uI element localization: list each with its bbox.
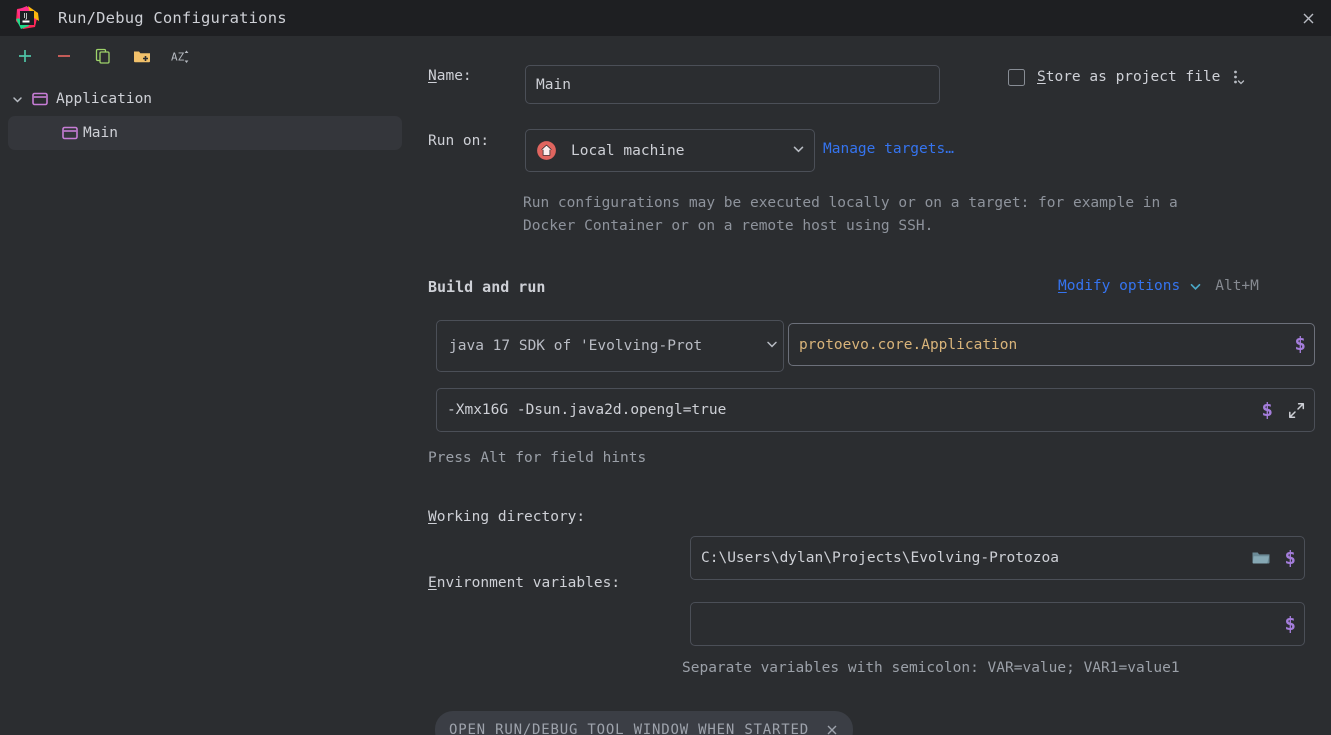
environment-variables-input[interactable]: $ bbox=[690, 602, 1305, 646]
close-icon bbox=[1303, 13, 1313, 23]
configurations-sidebar: AZ Application Main bbox=[0, 36, 410, 735]
modify-options-row: Modify options Alt+M bbox=[1058, 278, 1259, 294]
plus-icon bbox=[19, 50, 31, 62]
title-bar: IJ Run/Debug Configurations bbox=[0, 0, 1331, 36]
tree-group-label: Application bbox=[56, 91, 153, 107]
minus-icon bbox=[58, 55, 70, 57]
dollar-macro-icon[interactable]: $ bbox=[1285, 614, 1296, 634]
vm-options-input[interactable]: -Xmx16G -Dsun.java2d.opengl=true $ bbox=[436, 388, 1315, 432]
chevron-down-icon[interactable] bbox=[765, 337, 779, 355]
name-row: Name: bbox=[428, 68, 472, 84]
option-chip-label: OPEN RUN/DEBUG TOOL WINDOW WHEN STARTED bbox=[449, 722, 809, 735]
configuration-tree: Application Main bbox=[0, 76, 410, 150]
option-chip-open-run-debug-tool-window[interactable]: OPEN RUN/DEBUG TOOL WINDOW WHEN STARTED bbox=[435, 711, 853, 735]
working-directory-value: C:\Users\dylan\Projects\Evolving-Protozo… bbox=[701, 550, 1059, 566]
application-config-icon bbox=[30, 92, 50, 106]
folder-plus-icon bbox=[134, 51, 150, 63]
new-folder-button[interactable] bbox=[125, 40, 159, 72]
run-on-row: Run on: bbox=[428, 133, 489, 149]
manage-targets-link[interactable]: Manage targets… bbox=[823, 141, 954, 157]
dollar-macro-icon[interactable]: $ bbox=[1262, 400, 1273, 420]
working-directory-label: Working directory: bbox=[428, 509, 586, 525]
svg-text:IJ: IJ bbox=[24, 12, 28, 20]
name-input-value: Main bbox=[536, 76, 571, 93]
build-and-run-title: Build and run bbox=[428, 278, 546, 296]
run-on-label: Run on: bbox=[428, 133, 490, 149]
working-directory-input[interactable]: C:\Users\dylan\Projects\Evolving-Protozo… bbox=[690, 536, 1305, 580]
run-on-description: Run configurations may be executed local… bbox=[523, 195, 1178, 234]
working-directory-row: Working directory: bbox=[428, 509, 585, 525]
modify-options-shortcut: Alt+M bbox=[1215, 278, 1259, 294]
field-hint: Press Alt for field hints bbox=[428, 450, 647, 466]
sort-alphabetically-button[interactable]: AZ bbox=[164, 40, 198, 72]
chevron-down-icon[interactable] bbox=[1188, 279, 1203, 294]
store-as-project-file-checkbox[interactable] bbox=[1008, 68, 1025, 86]
close-window-button[interactable] bbox=[1285, 0, 1331, 36]
more-options-icon[interactable] bbox=[1230, 67, 1246, 87]
name-input[interactable]: Main bbox=[525, 65, 940, 104]
expand-icon[interactable] bbox=[1287, 401, 1306, 420]
tree-item-label: Main bbox=[83, 125, 118, 141]
remove-configuration-button[interactable] bbox=[47, 40, 81, 72]
modify-options-link[interactable]: Modify options bbox=[1058, 278, 1180, 294]
store-as-project-file-row: Store as project file bbox=[1008, 67, 1246, 87]
copy-configuration-button[interactable] bbox=[86, 40, 120, 72]
option-chip-remove-button[interactable] bbox=[817, 715, 847, 735]
jre-value: java 17 SDK of 'Evolving-Prot bbox=[449, 338, 703, 354]
main-class-input[interactable]: protoevo.core.Application $ bbox=[788, 323, 1315, 366]
name-label: Name: bbox=[428, 68, 472, 84]
svg-text:AZ: AZ bbox=[171, 51, 185, 64]
expand-chevron-icon[interactable] bbox=[4, 93, 30, 106]
environment-variables-label: Environment variables: bbox=[428, 575, 621, 591]
configuration-editor: Name: Main Store as project file Run on: bbox=[410, 36, 1331, 735]
application-config-icon bbox=[60, 126, 80, 140]
sort-az-icon: AZ bbox=[171, 50, 189, 64]
environment-variables-row: Environment variables: bbox=[428, 575, 620, 591]
copy-icon bbox=[95, 48, 110, 64]
folder-icon[interactable] bbox=[1251, 549, 1271, 567]
dollar-macro-icon[interactable]: $ bbox=[1295, 335, 1306, 354]
dollar-macro-icon[interactable]: $ bbox=[1285, 548, 1296, 568]
run-on-combobox[interactable]: Local machine bbox=[525, 129, 815, 172]
home-icon bbox=[536, 140, 557, 161]
close-icon bbox=[827, 725, 837, 735]
run-on-value: Local machine bbox=[571, 142, 685, 159]
intellij-idea-logo-icon: IJ bbox=[14, 5, 40, 31]
tree-group-application[interactable]: Application bbox=[0, 82, 410, 116]
environment-variables-hint: Separate variables with semicolon: VAR=v… bbox=[682, 660, 1180, 676]
store-as-project-file-label: Store as project file bbox=[1037, 69, 1221, 85]
window-title: Run/Debug Configurations bbox=[58, 9, 287, 27]
jre-combobox[interactable]: java 17 SDK of 'Evolving-Prot bbox=[436, 320, 784, 372]
sidebar-toolbar: AZ bbox=[0, 36, 410, 76]
vm-options-value: -Xmx16G -Dsun.java2d.opengl=true bbox=[447, 402, 727, 418]
main-class-value: protoevo.core.Application bbox=[799, 336, 1018, 353]
chevron-down-icon[interactable] bbox=[791, 141, 806, 160]
add-configuration-button[interactable] bbox=[8, 40, 42, 72]
tree-item-main[interactable]: Main bbox=[8, 116, 402, 150]
